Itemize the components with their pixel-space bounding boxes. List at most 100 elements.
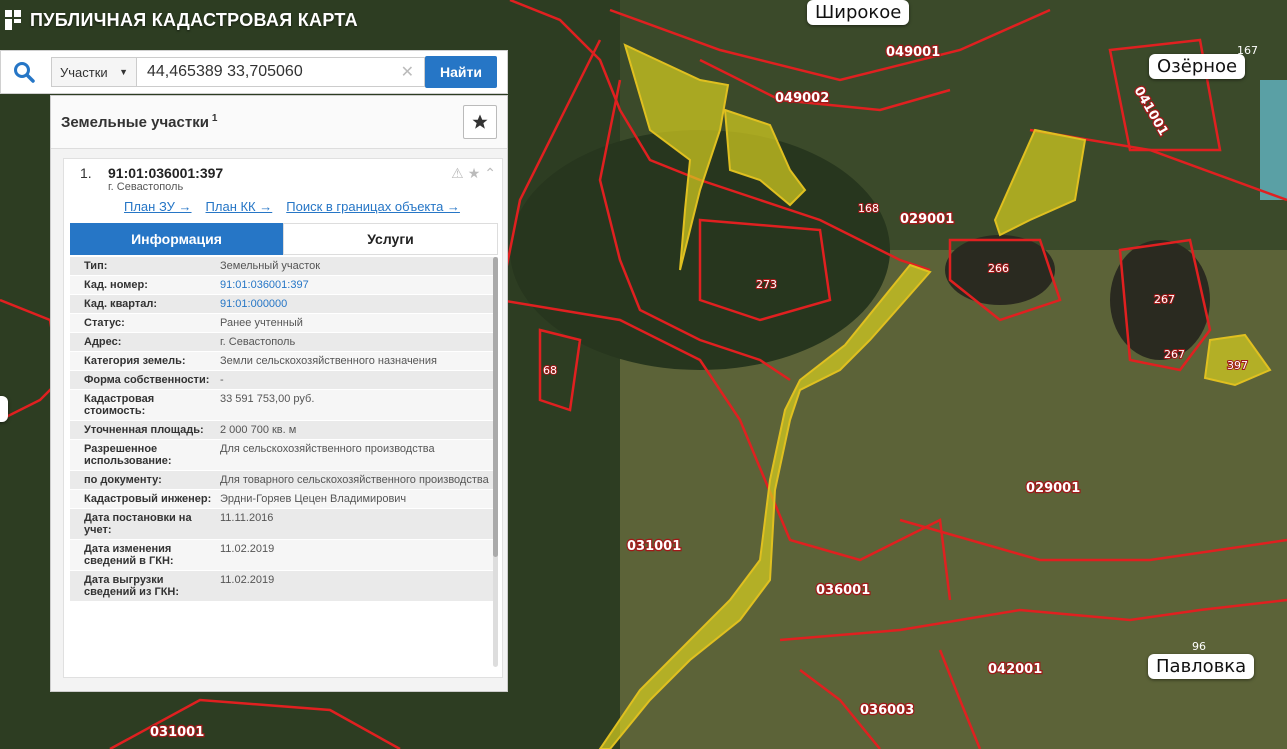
table-row: Адрес: г. Севастополь: [70, 333, 498, 352]
place-label-shirokoe: Широкое: [807, 0, 910, 25]
table-row: Категория земель: Земли сельскохозяйствен…: [70, 352, 498, 371]
svg-text:266: 266: [988, 262, 1009, 275]
row-value: Земельный участок: [220, 260, 321, 272]
row-key: Кад. номер:: [84, 279, 148, 291]
row-key: Категория земель:: [84, 355, 186, 367]
chevron-up-icon[interactable]: ⌃: [484, 165, 496, 182]
panel-header: Земельные участки 1: [51, 96, 507, 149]
svg-text:036003: 036003: [860, 703, 914, 718]
table-row: Тип: Земельный участок: [70, 257, 498, 276]
result-card: 1. 91:01:036001:397 г. Севастополь ⚠ ★ ⌃…: [63, 158, 503, 678]
table-row: по документу: Для товарного сельскохозяйс…: [70, 471, 498, 490]
star-icon: [472, 114, 488, 129]
svg-text:029001: 029001: [1026, 481, 1080, 496]
row-value: Ранее учтенный: [220, 317, 303, 329]
place-number: 96: [1192, 640, 1206, 653]
scrollbar-thumb[interactable]: [493, 257, 498, 557]
svg-text:031001: 031001: [627, 539, 681, 554]
tab-services[interactable]: Услуги: [283, 223, 498, 255]
result-tabs: Информация Услуги: [70, 223, 498, 255]
star-icon[interactable]: ★: [468, 165, 481, 182]
table-row: Уточненная площадь: 2 000 700 кв. м: [70, 421, 498, 440]
search-query: 44,465389 33,705060: [147, 63, 303, 80]
table-row: Кад. квартал: 91:01:000000: [70, 295, 498, 314]
row-key: Форма собственности:: [84, 374, 210, 386]
info-table: Тип: Земельный участок Кад. номер: 91:01:0…: [70, 257, 498, 602]
table-row: Дата выгрузки сведений из ГКН: 11.02.2019: [70, 571, 498, 602]
scrollbar[interactable]: [493, 257, 498, 667]
table-row: Форма собственности: -: [70, 371, 498, 390]
table-row: Дата изменения сведений в ГКН: 11.02.2019: [70, 540, 498, 571]
favorite-button[interactable]: [463, 105, 497, 139]
clear-icon[interactable]: ✕: [401, 62, 414, 82]
row-key: Дата выгрузки сведений из ГКН:: [84, 574, 180, 598]
search-type-select[interactable]: Участки ▼: [51, 57, 137, 87]
svg-text:042001: 042001: [988, 662, 1042, 677]
result-links: План ЗУ → План КК → Поиск в границах объ…: [124, 199, 460, 214]
svg-text:273: 273: [756, 278, 777, 291]
row-value: г. Севастополь: [220, 336, 296, 348]
chevron-down-icon: ▼: [119, 67, 128, 77]
table-row: Кадастровая стоимость: 33 591 753,00 руб.: [70, 390, 498, 421]
search-input[interactable]: 44,465389 33,705060 ✕: [137, 57, 425, 87]
svg-text:049001: 049001: [886, 45, 940, 60]
row-value: Земли сельскохозяйственного назначения: [220, 355, 437, 367]
row-key: Дата изменения сведений в ГКН:: [84, 543, 174, 567]
row-value: 33 591 753,00 руб.: [220, 393, 315, 405]
find-button[interactable]: Найти: [425, 56, 497, 88]
row-value: Для товарного сельскохозяйственного прои…: [220, 474, 489, 486]
search-bar: Участки ▼ 44,465389 33,705060 ✕ Найти: [0, 50, 508, 94]
results-count: 1: [211, 113, 218, 124]
row-key: Кад. квартал:: [84, 298, 158, 310]
search-icon[interactable]: [1, 51, 47, 93]
table-row: Кад. номер: 91:01:036001:397: [70, 276, 498, 295]
tab-info[interactable]: Информация: [70, 223, 283, 255]
row-value: Для сельскохозяйственного производства: [220, 443, 435, 455]
warning-icon[interactable]: ⚠: [451, 165, 464, 182]
table-row: Кадастровый инженер: Эрдни-Горяев Цецен В…: [70, 490, 498, 509]
panel-title-text: Земельные участки: [61, 114, 209, 131]
result-actions: ⚠ ★ ⌃: [451, 165, 496, 182]
row-key: Дата постановки на учет:: [84, 512, 192, 536]
row-key: Кадастровая стоимость:: [84, 393, 155, 417]
row-key: Статус:: [84, 317, 125, 329]
row-value: 2 000 700 кв. м: [220, 424, 297, 436]
row-value: 11.11.2016: [220, 512, 274, 524]
svg-text:267: 267: [1154, 293, 1175, 306]
row-key: Адрес:: [84, 336, 122, 348]
search-type-value: Участки: [60, 64, 108, 80]
place-label-cut: [0, 396, 8, 422]
place-number: 167: [1237, 44, 1258, 57]
plan-kk-link[interactable]: План КК →: [206, 199, 273, 214]
row-value: 11.02.2019: [220, 543, 275, 555]
panel-title: Земельные участки 1: [61, 113, 217, 131]
svg-text:168: 168: [858, 202, 879, 215]
table-row: Статус: Ранее учтенный: [70, 314, 498, 333]
result-city: г. Севастополь: [108, 181, 184, 193]
result-number: 1.: [80, 165, 92, 181]
row-value-link[interactable]: 91:01:036001:397: [216, 276, 498, 294]
svg-text:049002: 049002: [775, 91, 829, 106]
plan-zu-link[interactable]: План ЗУ →: [124, 199, 192, 214]
place-label-ozernoe: Озёрное: [1149, 54, 1246, 79]
row-key: Разрешенное использование:: [84, 443, 172, 467]
svg-text:031001: 031001: [150, 725, 204, 740]
result-cad-number[interactable]: 91:01:036001:397: [108, 165, 223, 181]
svg-text:68: 68: [543, 364, 557, 377]
row-key: по документу:: [84, 474, 162, 486]
table-row: Дата постановки на учет: 11.11.2016: [70, 509, 498, 540]
app-title: ПУБЛИЧНАЯ КАДАСТРОВАЯ КАРТА: [30, 9, 358, 30]
row-value: -: [220, 374, 224, 386]
pkk-logo-icon: [5, 10, 21, 30]
svg-text:267: 267: [1164, 348, 1185, 361]
row-key: Уточненная площадь:: [84, 424, 204, 436]
search-in-bounds-link[interactable]: Поиск в границах объекта →: [286, 199, 460, 214]
row-key: Тип:: [84, 260, 108, 272]
row-key: Кадастровый инженер:: [84, 493, 212, 505]
app-header: ПУБЛИЧНАЯ КАДАСТРОВАЯ КАРТА: [0, 6, 358, 34]
row-value: 11.02.2019: [220, 574, 275, 586]
svg-text:029001: 029001: [900, 212, 954, 227]
place-label-pavlovka: Павловка: [1148, 654, 1255, 679]
svg-text:036001: 036001: [816, 583, 870, 598]
row-value-link[interactable]: 91:01:000000: [216, 295, 498, 313]
